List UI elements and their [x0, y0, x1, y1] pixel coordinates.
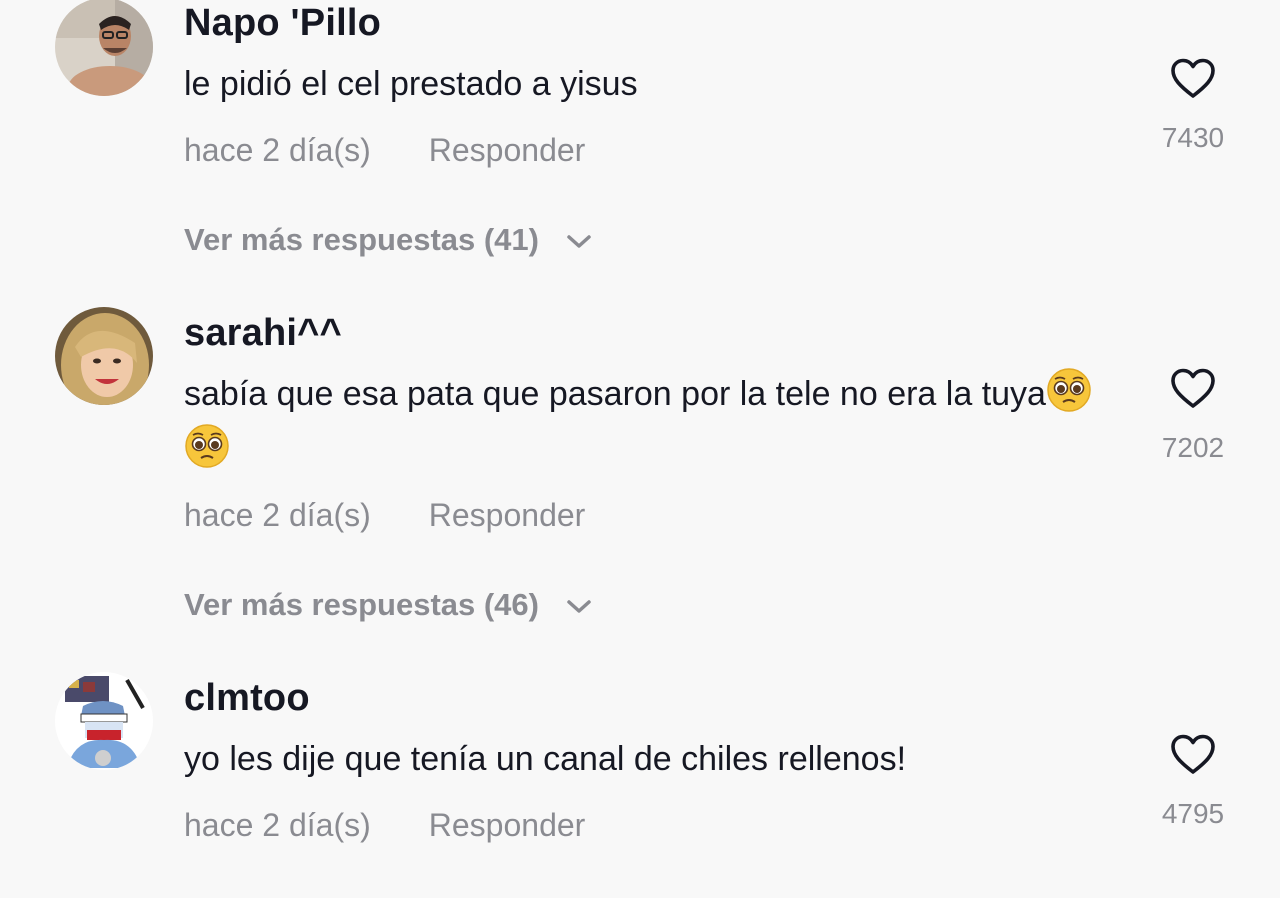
view-more-replies-button[interactable]: Ver más respuestas (46)	[184, 587, 592, 623]
chevron-down-icon	[566, 600, 591, 613]
comment-timestamp: hace 2 día(s)	[184, 497, 371, 533]
avatar[interactable]	[55, 307, 153, 405]
reply-button[interactable]: Responder	[429, 807, 586, 843]
like-count: 7430	[1161, 122, 1225, 153]
comment-meta: hace 2 día(s) Responder	[184, 807, 585, 844]
comment-timestamp: hace 2 día(s)	[184, 807, 371, 843]
comment-text: sabía que esa pata que pasaron por la te…	[184, 366, 1134, 478]
reply-button[interactable]: Responder	[429, 497, 586, 533]
like-control: 4795	[1148, 734, 1238, 830]
comment-text: le pidió el cel prestado a yisus	[184, 65, 638, 103]
like-control: 7430	[1148, 58, 1238, 154]
comment-text-content: sabía que esa pata que pasaron por la te…	[184, 375, 1046, 413]
view-more-replies-label: Ver más respuestas (46)	[184, 587, 539, 622]
like-count: 4795	[1161, 798, 1225, 829]
comment-username[interactable]: sarahi^^	[184, 312, 342, 355]
chevron-down-icon	[566, 235, 591, 248]
comment-list: Napo 'Pillo le pidió el cel prestado a y…	[0, 0, 1280, 898]
like-control: 7202	[1148, 368, 1238, 464]
comment-timestamp: hace 2 día(s)	[184, 132, 371, 168]
heart-icon[interactable]	[1170, 58, 1216, 100]
view-more-replies-label: Ver más respuestas (41)	[184, 222, 539, 257]
comment-username[interactable]: clmtoo	[184, 677, 310, 720]
comment-meta: hace 2 día(s) Responder	[184, 132, 585, 169]
pleading-face-emoji-icon	[185, 424, 229, 468]
comment-username[interactable]: Napo 'Pillo	[184, 2, 381, 45]
heart-icon[interactable]	[1170, 734, 1216, 776]
avatar[interactable]	[55, 0, 153, 96]
comment-text: yo les dije que tenía un canal de chiles…	[184, 740, 907, 778]
pleading-face-emoji-icon	[1047, 368, 1091, 412]
avatar[interactable]	[55, 672, 153, 770]
comment-meta: hace 2 día(s) Responder	[184, 497, 585, 534]
heart-icon[interactable]	[1170, 368, 1216, 410]
reply-button[interactable]: Responder	[429, 132, 586, 168]
like-count: 7202	[1161, 432, 1225, 463]
view-more-replies-button[interactable]: Ver más respuestas (41)	[184, 222, 592, 258]
